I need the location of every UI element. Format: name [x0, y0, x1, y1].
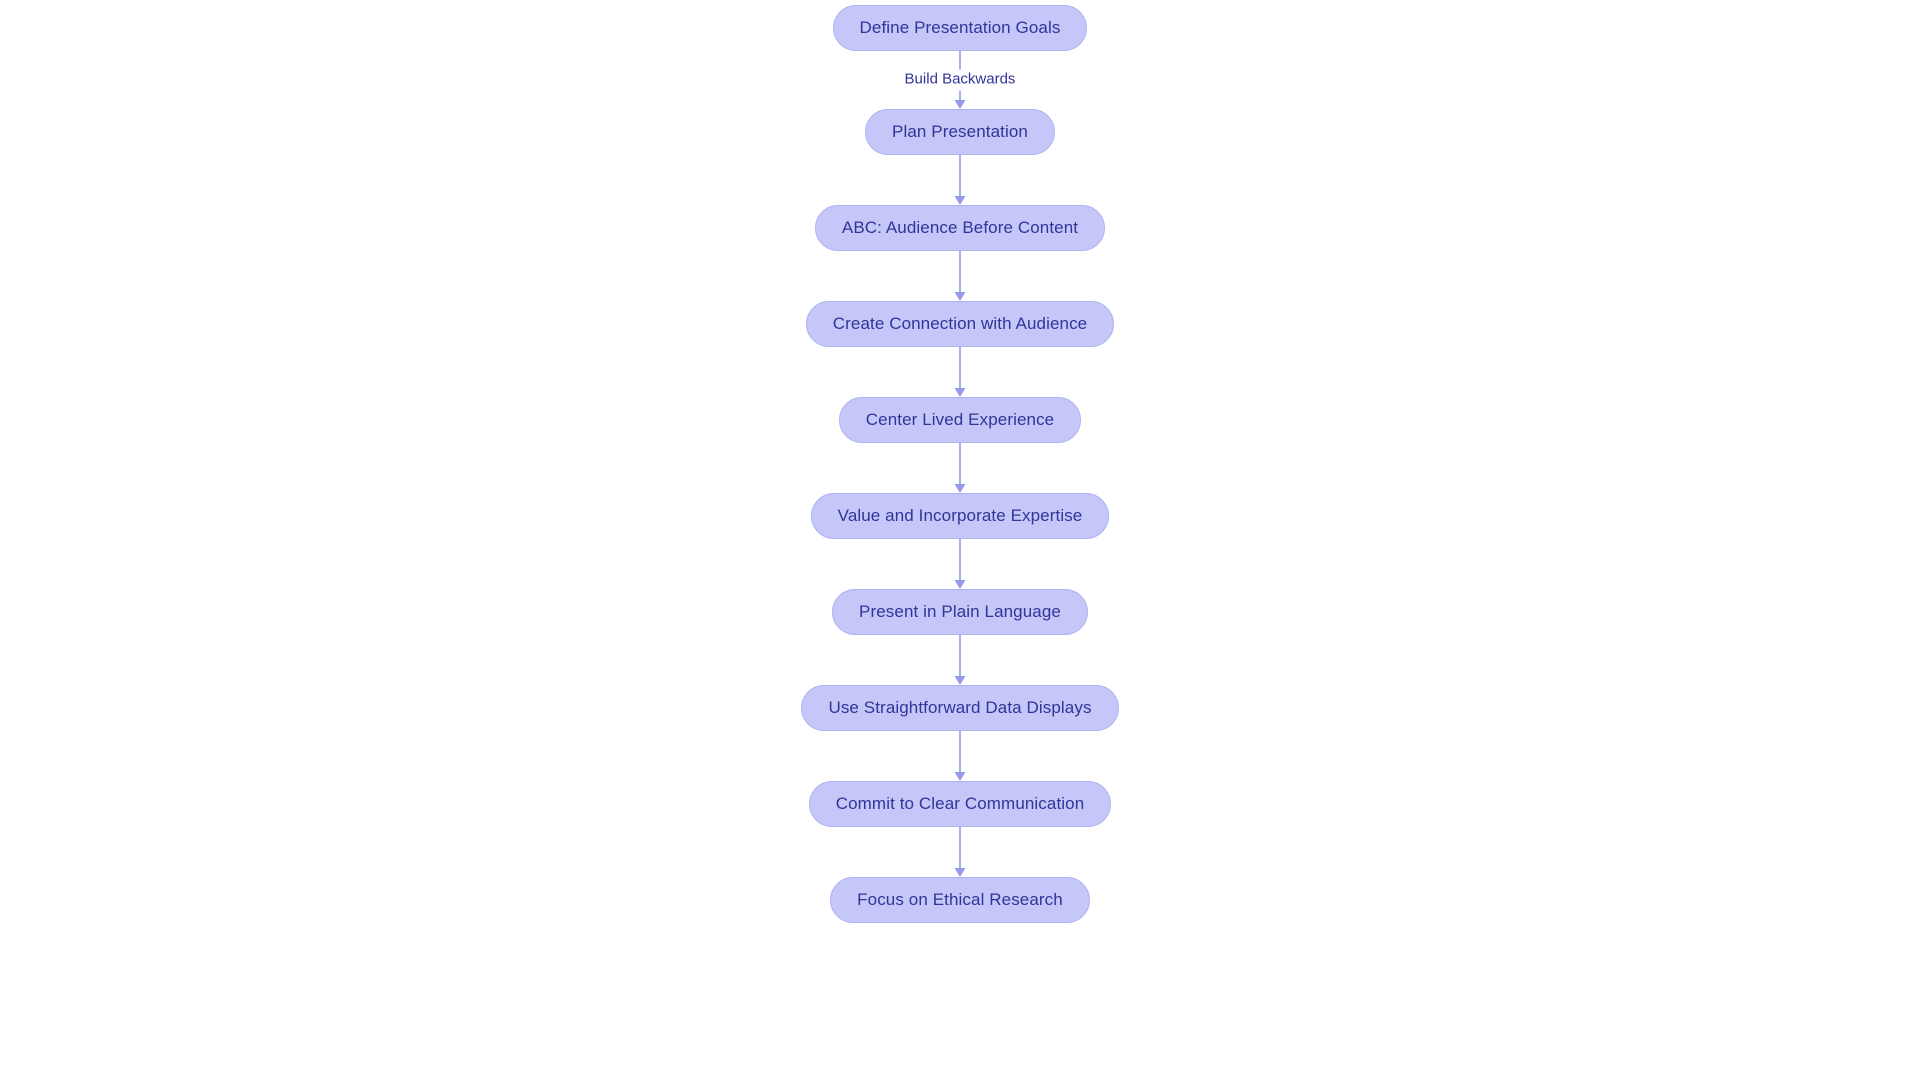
flowchart-canvas: Define Presentation Goals Build Backwards… — [0, 0, 1920, 1080]
flow-connector — [0, 251, 1920, 301]
flow-arrow-icon — [954, 347, 966, 397]
flow-connector — [0, 731, 1920, 781]
arrowhead-icon — [954, 388, 966, 397]
flow-arrow-icon — [954, 827, 966, 877]
flow-connector — [0, 539, 1920, 589]
flow-node-label: Commit to Clear Communication — [835, 794, 1085, 813]
flow-node-label: Use Straightforward Data Displays — [828, 698, 1092, 717]
flow-node[interactable]: Commit to Clear Communication — [808, 781, 1112, 827]
flow-connector: Build Backwards — [0, 51, 1920, 109]
flow-connector — [0, 827, 1920, 877]
arrowhead-icon — [954, 484, 966, 493]
arrowhead-icon — [954, 676, 966, 685]
flow-node-label: Value and Incorporate Expertise — [837, 506, 1083, 525]
flow-node[interactable]: Use Straightforward Data Displays — [801, 685, 1119, 731]
arrowhead-icon — [954, 196, 966, 205]
flow-arrow-icon — [954, 539, 966, 589]
flow-edge-label: Build Backwards — [897, 69, 1023, 91]
flow-node-label: Focus on Ethical Research — [857, 890, 1063, 909]
flow-node[interactable]: Present in Plain Language — [832, 589, 1088, 635]
flow-connector — [0, 635, 1920, 685]
flow-arrow-icon — [954, 251, 966, 301]
flow-node[interactable]: Create Connection with Audience — [805, 301, 1115, 347]
arrowhead-icon — [954, 772, 966, 781]
flowchart-node-column: Define Presentation Goals Build Backwards… — [0, 0, 1920, 923]
arrowhead-icon — [954, 868, 966, 877]
flow-node-label: Present in Plain Language — [859, 602, 1061, 621]
flow-node[interactable]: Define Presentation Goals — [832, 5, 1088, 51]
flow-node[interactable]: Focus on Ethical Research — [830, 877, 1090, 923]
arrowhead-icon — [954, 580, 966, 589]
flow-arrow-icon — [954, 155, 966, 205]
flow-node-label: Center Lived Experience — [865, 410, 1055, 429]
flow-node[interactable]: ABC: Audience Before Content — [814, 205, 1106, 251]
arrowhead-icon — [954, 100, 966, 109]
flow-connector — [0, 347, 1920, 397]
flow-connector — [0, 155, 1920, 205]
flow-edge-label-container: Build Backwards — [897, 69, 1023, 91]
flow-node-label: Define Presentation Goals — [859, 18, 1061, 37]
arrowhead-icon — [954, 292, 966, 301]
flow-arrow-icon — [954, 635, 966, 685]
flow-node[interactable]: Plan Presentation — [865, 109, 1055, 155]
flow-connector — [0, 443, 1920, 493]
flow-node[interactable]: Center Lived Experience — [838, 397, 1082, 443]
flow-node-label: Plan Presentation — [892, 122, 1028, 141]
flow-node[interactable]: Value and Incorporate Expertise — [810, 493, 1110, 539]
flow-node-label: Create Connection with Audience — [832, 314, 1088, 333]
flow-node-label: ABC: Audience Before Content — [841, 218, 1079, 237]
flow-arrow-icon — [954, 443, 966, 493]
flow-arrow-icon — [954, 731, 966, 781]
